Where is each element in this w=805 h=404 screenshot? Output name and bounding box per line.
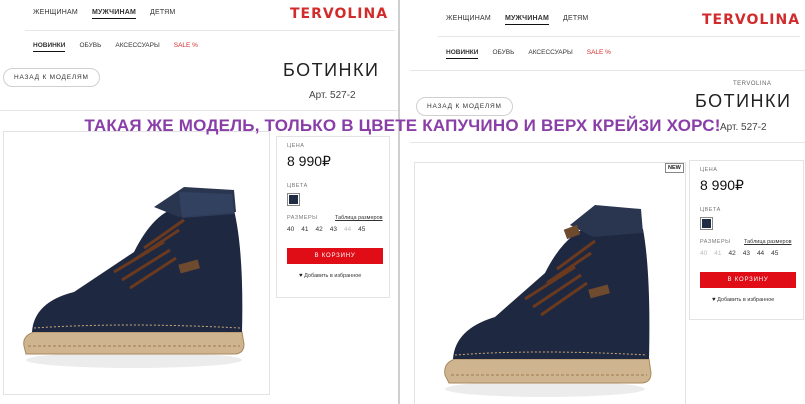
size-option[interactable]: 44 [757, 250, 764, 257]
size-option[interactable]: 45 [771, 250, 778, 257]
brand-label: TERVOLINA [733, 81, 772, 87]
price: 8 990₽ [287, 153, 331, 170]
currency: ₽ [735, 177, 744, 193]
divider [25, 30, 395, 31]
currency: ₽ [322, 153, 331, 169]
new-badge: NEW [665, 163, 684, 173]
nav-accessories[interactable]: АКСЕССУАРЫ [528, 49, 572, 59]
product-info-card: ЦЕНА 8 990₽ ЦВЕТА РАЗМЕРЫ Таблица размер… [276, 136, 390, 298]
add-to-cart-button[interactable]: В КОРЗИНУ [287, 248, 383, 264]
boot-image [444, 205, 652, 397]
divider [0, 110, 398, 111]
sizes-label: РАЗМЕРЫ [287, 215, 318, 221]
color-swatch[interactable] [287, 193, 300, 206]
size-option: 41 [714, 250, 722, 257]
sub-nav: НОВИНКИ ОБУВЬ АКСЕССУАРЫ SALE % [446, 49, 611, 59]
nav-women[interactable]: ЖЕНЩИНАМ [33, 9, 78, 19]
heart-icon: ♥ [299, 273, 303, 279]
favorite-label: Добавить в избранное [304, 273, 362, 279]
product-info-card: ЦЕНА 8 990₽ ЦВЕТА РАЗМЕРЫ Таблица размер… [689, 160, 804, 320]
nav-shoes[interactable]: ОБУВЬ [492, 49, 514, 59]
add-to-favorites-link[interactable]: ♥ Добавить в избранное [299, 273, 361, 279]
sub-nav: НОВИНКИ ОБУВЬ АКСЕССУАРЫ SALE % [33, 42, 198, 52]
favorite-label: Добавить в избранное [717, 297, 775, 303]
price-label: ЦЕНА [287, 143, 305, 149]
size-option[interactable]: 40 [287, 226, 294, 233]
add-to-cart-button[interactable]: В КОРЗИНУ [700, 272, 796, 288]
colors-label: ЦВЕТА [287, 183, 308, 189]
boot-image [23, 187, 245, 368]
product-title: БОТИНКИ [695, 91, 792, 111]
nav-new[interactable]: НОВИНКИ [446, 49, 479, 59]
heart-icon: ♥ [712, 297, 716, 303]
price: 8 990₽ [700, 177, 744, 194]
product-photo[interactable] [3, 131, 270, 395]
screenshot-left: ЖЕНЩИНАМ МУЖЧИНАМ ДЕТЯМ TERVOLINA НОВИНК… [0, 0, 398, 404]
nav-new[interactable]: НОВИНКИ [33, 42, 66, 52]
product-title: БОТИНКИ [283, 60, 380, 80]
size-option[interactable]: 43 [330, 226, 337, 233]
top-nav: ЖЕНЩИНАМ МУЖЧИНАМ ДЕТЯМ [446, 15, 588, 25]
size-table-link[interactable]: Таблица размеров [335, 215, 383, 221]
nav-kids[interactable]: ДЕТЯМ [150, 9, 175, 19]
price-label: ЦЕНА [700, 167, 718, 173]
caption-overlay: ТАКАЯ ЖЕ МОДЕЛЬ, ТОЛЬКО В ЦВЕТЕ КАПУЧИНО… [84, 116, 721, 135]
logo[interactable]: TERVOLINA [290, 6, 388, 22]
color-swatch[interactable] [700, 217, 713, 230]
size-table-link[interactable]: Таблица размеров [744, 239, 792, 245]
divider [410, 70, 805, 71]
back-to-models-button[interactable]: НАЗАД К МОДЕЛЯМ [416, 97, 513, 116]
nav-women[interactable]: ЖЕНЩИНАМ [446, 15, 491, 25]
nav-men[interactable]: МУЖЧИНАМ [91, 9, 137, 19]
size-option[interactable]: 42 [728, 250, 735, 257]
size-list: 40 41 42 43 44 45 [700, 250, 778, 257]
divider [410, 142, 805, 143]
price-value: 8 990 [287, 153, 323, 169]
logo[interactable]: TERVOLINA [702, 12, 800, 28]
nav-men[interactable]: МУЖЧИНАМ [504, 15, 550, 25]
size-option[interactable]: 43 [743, 250, 750, 257]
nav-shoes[interactable]: ОБУВЬ [79, 42, 101, 52]
nav-sale[interactable]: SALE % [587, 49, 611, 59]
top-nav: ЖЕНЩИНАМ МУЖЧИНАМ ДЕТЯМ [33, 9, 175, 19]
nav-sale[interactable]: SALE % [174, 42, 198, 52]
size-option[interactable]: 42 [315, 226, 322, 233]
size-option: 44 [343, 226, 352, 233]
size-option: 40 [700, 250, 708, 257]
divider [438, 36, 800, 37]
size-option[interactable]: 45 [358, 226, 365, 233]
price-value: 8 990 [700, 177, 736, 193]
colors-label: ЦВЕТА [700, 207, 721, 213]
sizes-label: РАЗМЕРЫ [700, 239, 731, 245]
nav-accessories[interactable]: АКСЕССУАРЫ [115, 42, 159, 52]
product-photo[interactable]: NEW [414, 162, 686, 404]
article-number: Арт. 527-2 [309, 90, 356, 101]
size-option[interactable]: 41 [301, 226, 308, 233]
add-to-favorites-link[interactable]: ♥ Добавить в избранное [712, 297, 774, 303]
nav-kids[interactable]: ДЕТЯМ [563, 15, 588, 25]
size-list: 40 41 42 43 44 45 [287, 226, 365, 233]
back-to-models-button[interactable]: НАЗАД К МОДЕЛЯМ [3, 68, 100, 87]
screenshot-right: ЖЕНЩИНАМ МУЖЧИНАМ ДЕТЯМ TERVOLINA НОВИНК… [400, 0, 805, 404]
